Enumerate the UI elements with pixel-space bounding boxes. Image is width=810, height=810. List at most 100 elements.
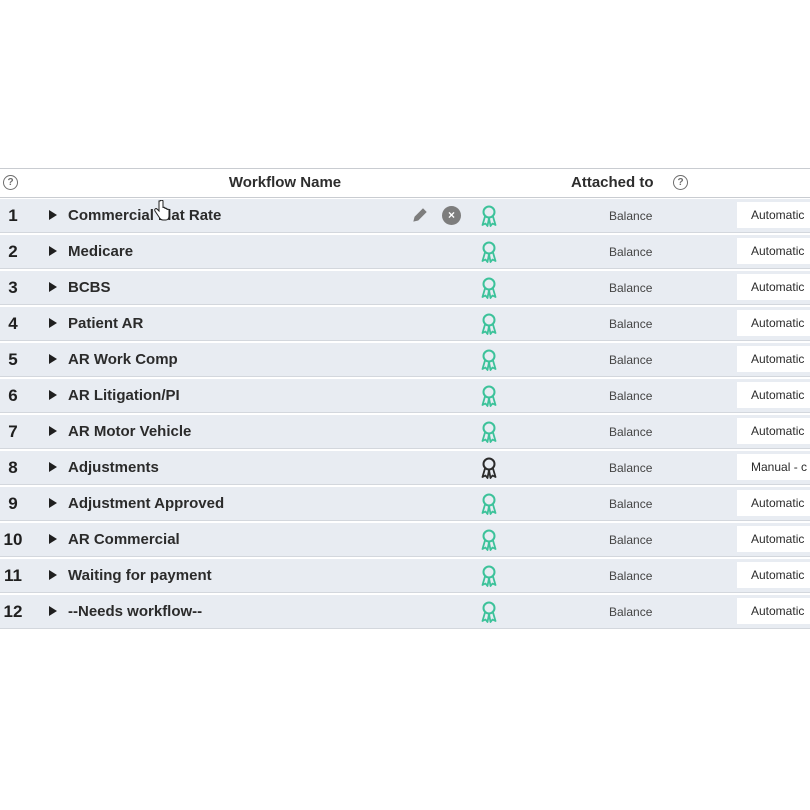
- trigger-select[interactable]: Automatic: [737, 562, 810, 588]
- table-body: 1 Commercial Flat Rate × Balance Automatic 2 M…: [0, 199, 810, 629]
- workflow-table: ? Workflow Name Attached to ? 1 Commercia…: [0, 168, 810, 629]
- row-number: 5: [8, 350, 18, 369]
- row-number: 1: [8, 206, 18, 225]
- trigger-select[interactable]: Automatic: [737, 418, 810, 444]
- workflow-name[interactable]: --Needs workflow--: [68, 603, 202, 620]
- workflow-name[interactable]: Commercial Flat Rate: [68, 207, 221, 224]
- attached-to-value: Balance: [609, 281, 653, 295]
- attached-to-value: Balance: [609, 461, 653, 475]
- table-row[interactable]: 5 AR Work Comp Balance Automatic: [0, 343, 810, 377]
- trigger-value: Automatic: [751, 244, 805, 258]
- column-header-attached-to[interactable]: Attached to: [571, 174, 654, 191]
- attached-to-value: Balance: [609, 569, 653, 583]
- ribbon-badge-icon[interactable]: [480, 205, 498, 227]
- question-circle-icon[interactable]: ?: [3, 175, 18, 190]
- caret-right-icon[interactable]: [49, 318, 57, 328]
- caret-right-icon[interactable]: [49, 570, 57, 580]
- ribbon-badge-icon[interactable]: [480, 385, 498, 407]
- attached-to-value: Balance: [609, 389, 653, 403]
- ribbon-badge-icon[interactable]: [480, 457, 498, 479]
- row-number: 8: [8, 458, 18, 477]
- table-row[interactable]: 2 Medicare Balance Automatic: [0, 235, 810, 269]
- workflow-page: ? Workflow Name Attached to ? 1 Commercia…: [0, 0, 810, 810]
- table-row[interactable]: 3 BCBS Balance Automatic: [0, 271, 810, 305]
- trigger-value: Automatic: [751, 352, 805, 366]
- table-row[interactable]: 4 Patient AR Balance Automatic: [0, 307, 810, 341]
- attached-to-value: Balance: [609, 533, 653, 547]
- table-row[interactable]: 6 AR Litigation/PI Balance Automatic: [0, 379, 810, 413]
- trigger-select[interactable]: Automatic: [737, 382, 810, 408]
- trigger-value: Automatic: [751, 532, 805, 546]
- ribbon-badge-icon[interactable]: [480, 565, 498, 587]
- pencil-icon[interactable]: [411, 206, 429, 224]
- trigger-select[interactable]: Automatic: [737, 490, 810, 516]
- row-number: 7: [8, 422, 18, 441]
- workflow-name[interactable]: Medicare: [68, 243, 133, 260]
- ribbon-badge-icon[interactable]: [480, 313, 498, 335]
- trigger-value: Automatic: [751, 424, 805, 438]
- caret-right-icon[interactable]: [49, 426, 57, 436]
- trigger-value: Automatic: [751, 280, 805, 294]
- caret-right-icon[interactable]: [49, 606, 57, 616]
- column-header-workflow-name[interactable]: Workflow Name: [160, 174, 410, 191]
- caret-right-icon[interactable]: [49, 498, 57, 508]
- attached-to-value: Balance: [609, 245, 653, 259]
- table-row[interactable]: 12 --Needs workflow-- Balance Automatic: [0, 595, 810, 629]
- ribbon-badge-icon[interactable]: [480, 241, 498, 263]
- trigger-select[interactable]: Automatic: [737, 238, 810, 264]
- trigger-value: Automatic: [751, 316, 805, 330]
- row-number: 4: [8, 314, 18, 333]
- workflow-name[interactable]: Adjustment Approved: [68, 495, 224, 512]
- trigger-select[interactable]: Automatic: [737, 310, 810, 336]
- ribbon-badge-icon[interactable]: [480, 493, 498, 515]
- caret-right-icon[interactable]: [49, 390, 57, 400]
- attached-to-value: Balance: [609, 317, 653, 331]
- workflow-name[interactable]: AR Motor Vehicle: [68, 423, 191, 440]
- attached-to-value: Balance: [609, 605, 653, 619]
- workflow-name[interactable]: AR Litigation/PI: [68, 387, 180, 404]
- attached-to-value: Balance: [609, 209, 653, 223]
- trigger-select[interactable]: Automatic: [737, 346, 810, 372]
- caret-right-icon[interactable]: [49, 282, 57, 292]
- workflow-name[interactable]: Adjustments: [68, 459, 159, 476]
- trigger-select[interactable]: Automatic: [737, 202, 810, 228]
- row-number: 2: [8, 242, 18, 261]
- trigger-select[interactable]: Automatic: [737, 274, 810, 300]
- ribbon-badge-icon[interactable]: [480, 277, 498, 299]
- table-row[interactable]: 1 Commercial Flat Rate × Balance Automatic: [0, 199, 810, 233]
- table-row[interactable]: 10 AR Commercial Balance Automatic: [0, 523, 810, 557]
- ribbon-badge-icon[interactable]: [480, 529, 498, 551]
- trigger-value: Manual - c: [751, 460, 808, 474]
- trigger-select[interactable]: Manual - c: [737, 454, 810, 480]
- table-row[interactable]: 9 Adjustment Approved Balance Automatic: [0, 487, 810, 521]
- workflow-name[interactable]: AR Work Comp: [68, 351, 178, 368]
- ribbon-badge-icon[interactable]: [480, 601, 498, 623]
- table-row[interactable]: 7 AR Motor Vehicle Balance Automatic: [0, 415, 810, 449]
- trigger-value: Automatic: [751, 496, 805, 510]
- trigger-select[interactable]: Automatic: [737, 526, 810, 552]
- row-number: 9: [8, 494, 18, 513]
- trigger-value: Automatic: [751, 568, 805, 582]
- caret-right-icon[interactable]: [49, 246, 57, 256]
- ribbon-badge-icon[interactable]: [480, 349, 498, 371]
- row-number: 12: [3, 602, 23, 621]
- trigger-value: Automatic: [751, 604, 805, 618]
- caret-right-icon[interactable]: [49, 354, 57, 364]
- ribbon-badge-icon[interactable]: [480, 421, 498, 443]
- workflow-name[interactable]: BCBS: [68, 279, 111, 296]
- caret-right-icon[interactable]: [49, 210, 57, 220]
- workflow-name[interactable]: AR Commercial: [68, 531, 180, 548]
- workflow-name[interactable]: Waiting for payment: [68, 567, 212, 584]
- close-circle-icon[interactable]: ×: [442, 206, 461, 225]
- trigger-select[interactable]: Automatic: [737, 598, 810, 624]
- attached-to-value: Balance: [609, 425, 653, 439]
- row-number: 3: [8, 278, 18, 297]
- workflow-name[interactable]: Patient AR: [68, 315, 143, 332]
- caret-right-icon[interactable]: [49, 462, 57, 472]
- caret-right-icon[interactable]: [49, 534, 57, 544]
- table-row[interactable]: 11 Waiting for payment Balance Automatic: [0, 559, 810, 593]
- table-header: ? Workflow Name Attached to ?: [0, 168, 810, 198]
- question-circle-icon[interactable]: ?: [673, 175, 688, 190]
- table-row[interactable]: 8 Adjustments Balance Manual - c: [0, 451, 810, 485]
- row-number: 6: [8, 386, 18, 405]
